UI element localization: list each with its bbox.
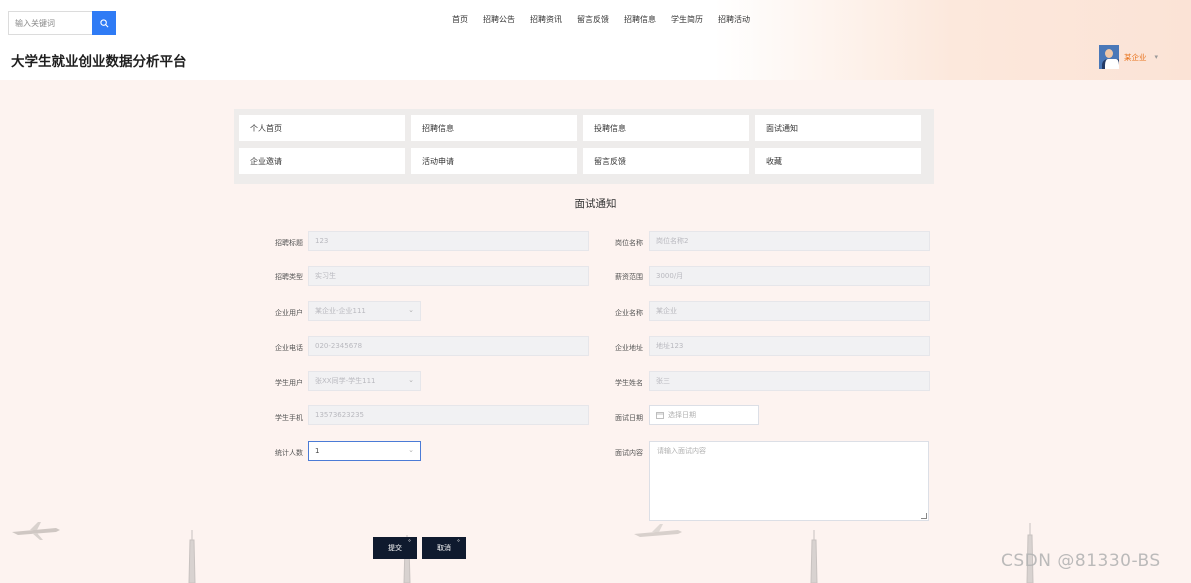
chevron-down-icon: ⌄ (408, 446, 414, 454)
student-user-select[interactable]: 张XX同学-学生111 ⌄ (308, 371, 421, 391)
nav-recruitment-announcements[interactable]: 招聘公告 (483, 14, 515, 25)
field-label: 企业用户 (275, 309, 303, 317)
field-value: 张三 (656, 377, 670, 385)
field-label: 面试内容 (615, 449, 643, 457)
submit-button-label: 提交 (388, 544, 402, 552)
calendar-icon (656, 412, 664, 419)
field-value: 1 (315, 447, 320, 455)
salary-range-field[interactable]: 3000/月 (649, 266, 930, 286)
search-input[interactable] (8, 11, 92, 35)
field-value: 123 (315, 237, 329, 245)
interview-content-textarea[interactable]: 请输入面试内容 (649, 441, 929, 521)
chevron-down-icon: ⌄ (408, 306, 414, 314)
airplane-decoration-mid (634, 524, 682, 537)
field-value: 3000/月 (656, 272, 684, 280)
user-name: 某企业 (1124, 52, 1147, 62)
menu-job-info[interactable]: 招聘信息 (411, 115, 577, 141)
field-value: 某企业-企业111 (315, 307, 366, 315)
headcount-select[interactable]: 1 ⌄ (308, 441, 421, 461)
menu-favorites[interactable]: 收藏 (755, 148, 921, 174)
field-label: 招聘标题 (275, 239, 303, 247)
avatar (1099, 45, 1119, 69)
company-user-select[interactable]: 某企业-企业111 ⌄ (308, 301, 421, 321)
nav-student-resumes[interactable]: 学生简历 (671, 14, 703, 25)
search-bar (8, 11, 116, 35)
field-label: 学生用户 (275, 379, 303, 387)
field-label: 学生手机 (275, 414, 303, 422)
watermark: CSDN @81330-BS (1001, 551, 1161, 571)
field-label: 面试日期 (615, 414, 643, 422)
field-value: 张XX同学-学生111 (315, 377, 376, 385)
nav-recruitment-events[interactable]: 招聘活动 (718, 14, 750, 25)
menu-company-invitations[interactable]: 企业邀请 (239, 148, 405, 174)
menu-feedback[interactable]: 留言反馈 (583, 148, 749, 174)
menu-interview-notices[interactable]: 面试通知 (755, 115, 921, 141)
tower-decoration-1 (188, 530, 196, 583)
field-value: 某企业 (656, 307, 677, 315)
nav-job-info[interactable]: 招聘信息 (624, 14, 656, 25)
cancel-button[interactable]: 取消 ° (422, 537, 466, 559)
user-menu[interactable]: 某企业 ▾ (1099, 45, 1158, 69)
recruit-title-field[interactable]: 123 (308, 231, 589, 251)
interview-date-picker[interactable]: 选择日期 (649, 405, 759, 425)
textarea-placeholder: 请输入面试内容 (657, 447, 706, 455)
search-button[interactable] (92, 11, 116, 35)
app-title: 大学生就业创业数据分析平台 (11, 54, 187, 70)
field-value: 020-2345678 (315, 342, 363, 350)
field-value: 选择日期 (668, 411, 696, 419)
recruit-type-field[interactable]: 实习生 (308, 266, 589, 286)
field-label: 统计人数 (275, 449, 303, 457)
nav-feedback[interactable]: 留言反馈 (577, 14, 609, 25)
field-value: 岗位名称2 (656, 237, 689, 245)
submit-button[interactable]: 提交 ° (373, 537, 417, 559)
company-address-field[interactable]: 地址123 (649, 336, 930, 356)
field-value: 实习生 (315, 272, 336, 280)
student-name-field[interactable]: 张三 (649, 371, 930, 391)
search-icon (99, 18, 108, 27)
field-label: 岗位名称 (615, 239, 643, 247)
company-name-field[interactable]: 某企业 (649, 301, 930, 321)
dot-icon: ° (408, 539, 411, 546)
field-value: 13573623235 (315, 411, 364, 419)
nav-home[interactable]: 首页 (452, 14, 468, 25)
field-label: 企业地址 (615, 344, 643, 352)
field-label: 招聘类型 (275, 273, 303, 281)
menu-event-applications[interactable]: 活动申请 (411, 148, 577, 174)
field-value: 地址123 (656, 342, 684, 350)
center-menu-panel: 个人首页 招聘信息 投聘信息 面试通知 企业邀请 活动申请 留言反馈 收藏 (234, 109, 934, 184)
position-name-field[interactable]: 岗位名称2 (649, 231, 930, 251)
field-label: 薪资范围 (615, 273, 643, 281)
field-label: 企业电话 (275, 344, 303, 352)
chevron-down-icon: ⌄ (408, 376, 414, 384)
nav-recruitment-news[interactable]: 招聘资讯 (530, 14, 562, 25)
company-phone-field[interactable]: 020-2345678 (308, 336, 589, 356)
top-nav: 首页 招聘公告 招聘资讯 留言反馈 招聘信息 学生简历 招聘活动 (452, 14, 765, 25)
airplane-decoration-left (12, 522, 60, 540)
student-phone-field[interactable]: 13573623235 (308, 405, 589, 425)
form-title: 面试通知 (574, 198, 617, 210)
tower-decoration-3 (810, 530, 818, 583)
menu-personal-home[interactable]: 个人首页 (239, 115, 405, 141)
caret-down-icon: ▾ (1154, 53, 1159, 61)
field-label: 学生姓名 (615, 379, 643, 387)
dot-icon: ° (457, 539, 460, 546)
resize-handle-icon[interactable] (921, 513, 927, 519)
cancel-button-label: 取消 (437, 544, 451, 552)
menu-applications[interactable]: 投聘信息 (583, 115, 749, 141)
field-label: 企业名称 (615, 309, 643, 317)
